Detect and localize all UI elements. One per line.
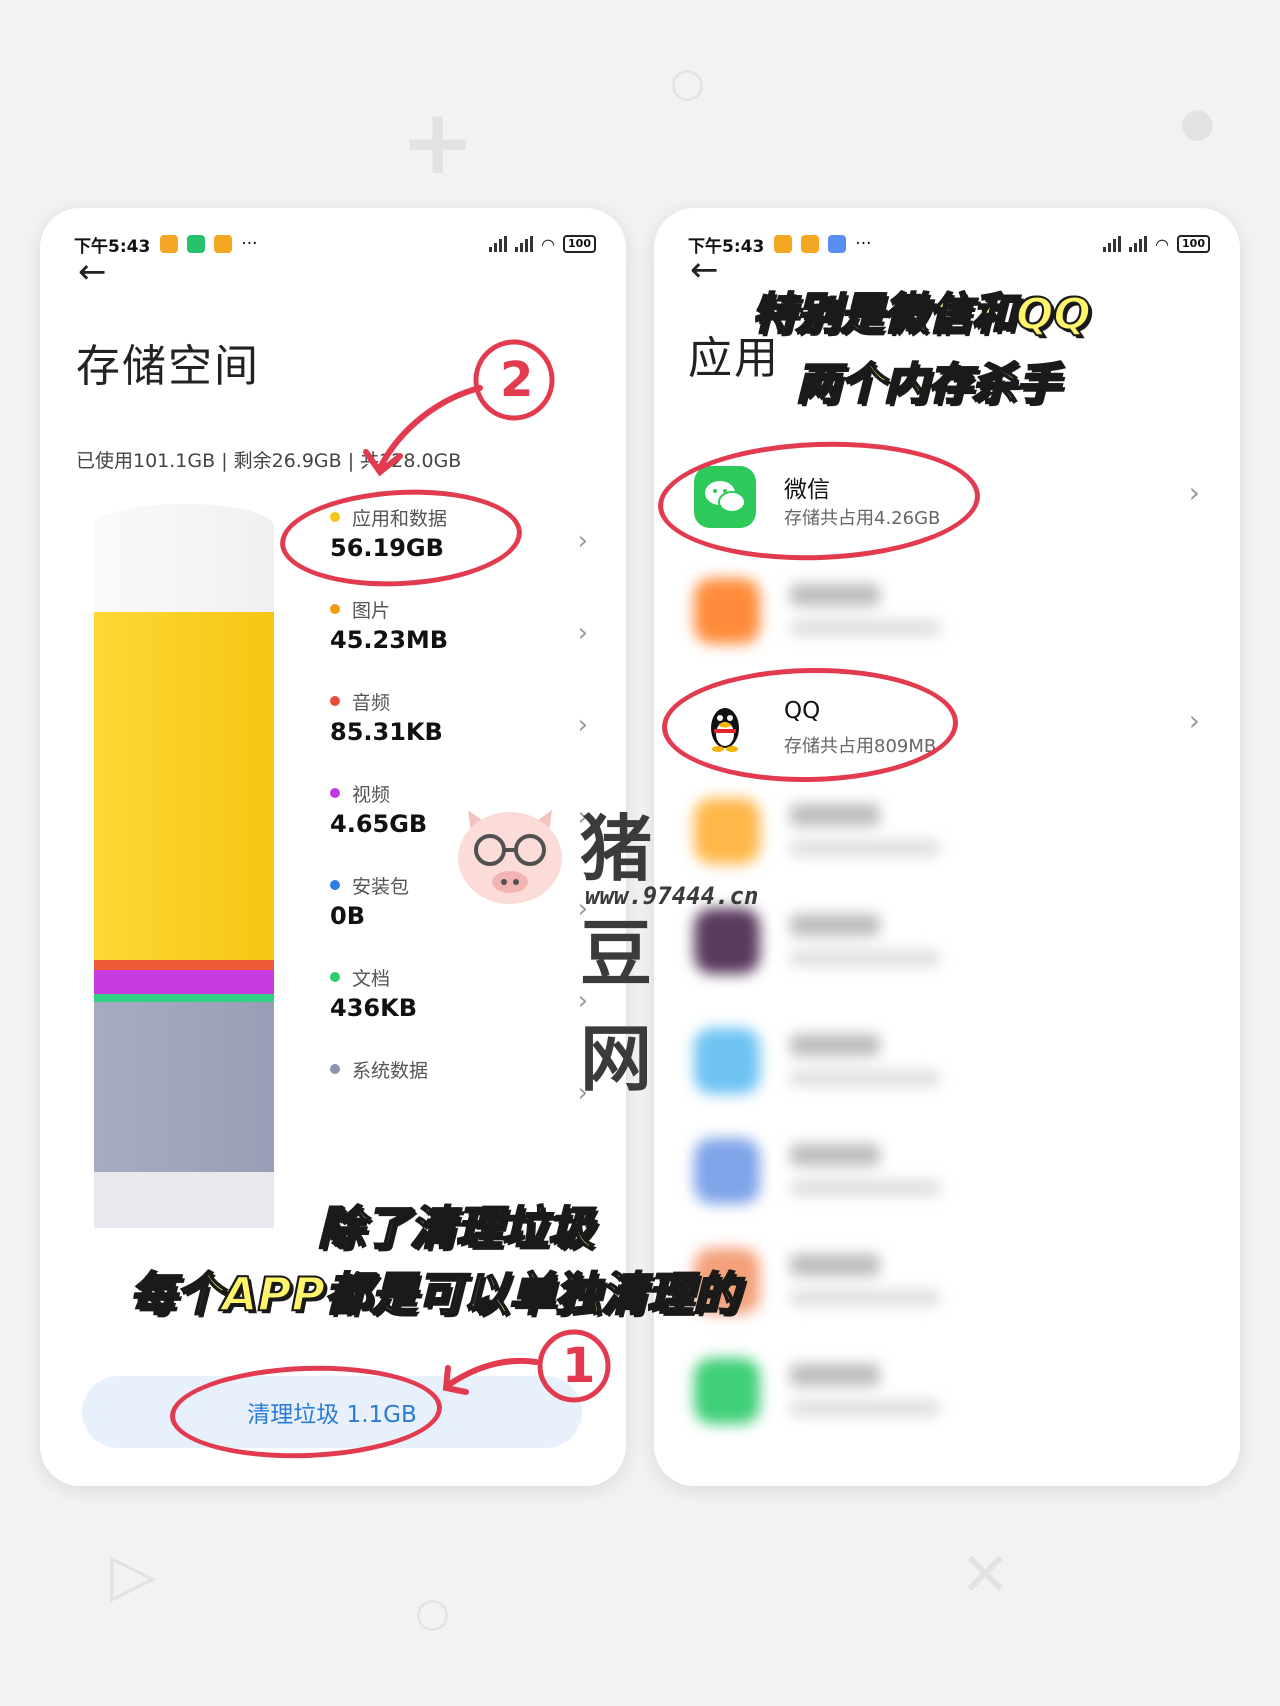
blurred-app-row[interactable] — [694, 898, 1194, 984]
status-bar: 下午5:43 ··· ◠ 100 — [688, 224, 1210, 264]
background-cross-icon: ✕ — [960, 1540, 1011, 1610]
blurred-app-row[interactable] — [694, 1018, 1194, 1104]
notification-icon — [828, 235, 847, 253]
wifi-icon: ◠ — [1155, 234, 1170, 254]
background-plus-icon: + — [400, 90, 476, 195]
background-circle-icon: ○ — [670, 60, 705, 106]
watermark-url: www.97444.cn — [585, 882, 759, 910]
overlay-caption-top-1: 特别是微信和QQ — [751, 288, 1092, 341]
background-triangle-icon: ▷ — [110, 1540, 157, 1610]
more-icon: ··· — [855, 234, 872, 254]
blurred-app-row[interactable] — [694, 788, 1194, 874]
blurred-app-row[interactable] — [694, 1128, 1194, 1214]
chevron-right-icon: › — [1188, 476, 1200, 509]
chevron-right-icon: › — [1188, 704, 1200, 737]
battery-icon: 100 — [1177, 235, 1210, 253]
notification-icon — [801, 235, 820, 253]
overlay-caption-bottom-1: 除了清理垃圾 — [317, 1200, 595, 1256]
blurred-app-row[interactable] — [694, 1238, 1194, 1324]
notification-icon — [774, 235, 793, 253]
blurred-app-row[interactable] — [694, 568, 1194, 654]
overlay-caption-top-2: 两个内存杀手 — [795, 358, 1061, 411]
overlay-caption-bottom-2: 每个APP都是可以单独清理的 — [129, 1266, 740, 1322]
signal-icon — [1103, 236, 1122, 252]
annotation-number-2: 2 — [500, 352, 534, 408]
pig-logo-icon — [458, 810, 562, 904]
blurred-app-row[interactable] — [694, 1348, 1194, 1434]
watermark-name: 猪豆网 — [580, 807, 657, 1101]
signal-icon — [1129, 236, 1148, 252]
back-arrow-icon[interactable]: ← — [690, 250, 719, 290]
background-circle-icon: ○ — [415, 1590, 450, 1636]
annotation-number-1: 1 — [562, 1338, 596, 1394]
background-dot-icon: ● — [1180, 100, 1215, 146]
